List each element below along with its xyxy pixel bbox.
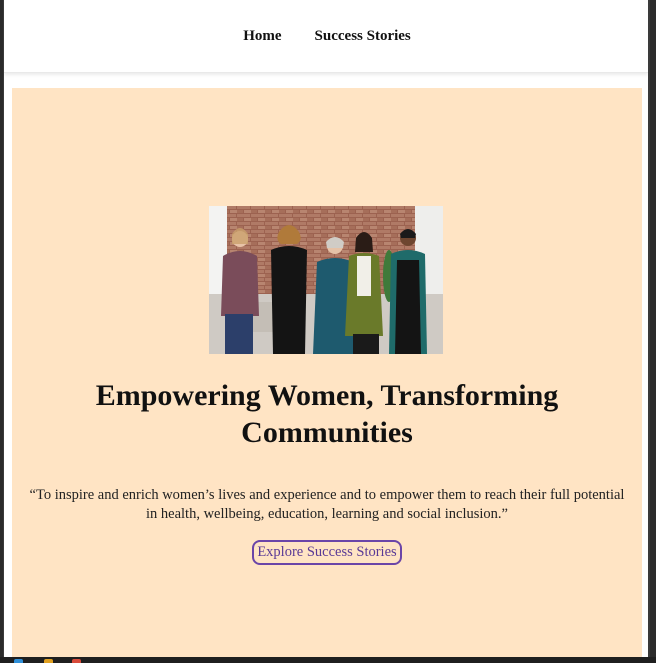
browser-window: Home Success Stories Empowering Women, T… bbox=[3, 0, 650, 657]
nav-link-home[interactable]: Home bbox=[241, 28, 281, 45]
mission-quote: “To inspire and enrich women’s lives and… bbox=[29, 487, 625, 522]
top-navbar: Home Success Stories bbox=[4, 0, 648, 73]
hero-title: Empowering Women, Transforming Communiti… bbox=[95, 379, 559, 449]
hero-section: Empowering Women, Transforming Communiti… bbox=[12, 88, 642, 657]
cta-container: Explore Success Stories bbox=[12, 540, 642, 565]
nav-link-success-stories[interactable]: Success Stories bbox=[313, 28, 411, 45]
hero-group-photo bbox=[209, 206, 443, 354]
taskbar bbox=[0, 657, 656, 663]
explore-success-stories-button[interactable]: Explore Success Stories bbox=[252, 540, 402, 565]
taskbar-app-icon[interactable] bbox=[72, 659, 81, 663]
taskbar-app-icon[interactable] bbox=[14, 659, 23, 663]
taskbar-app-icon[interactable] bbox=[44, 659, 53, 663]
